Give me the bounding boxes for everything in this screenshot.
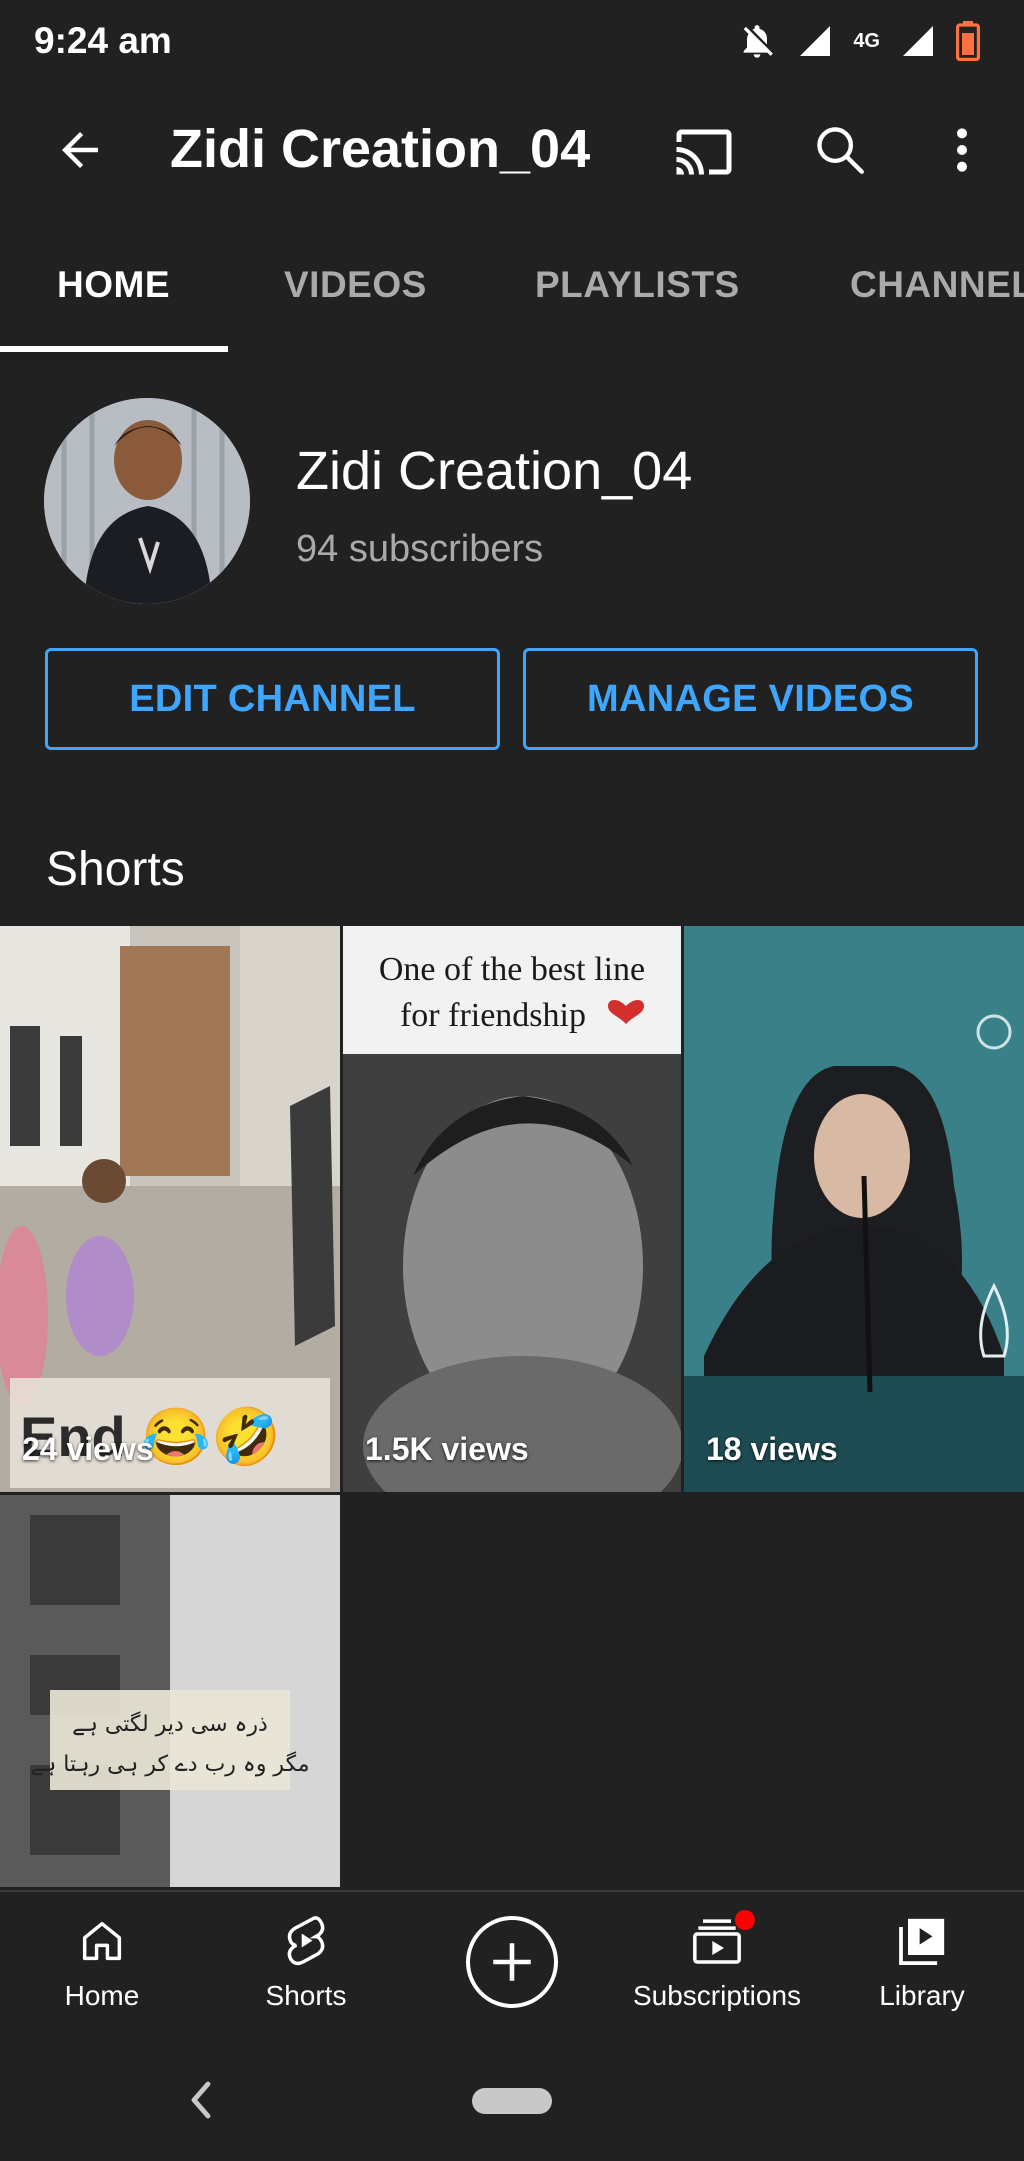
battery-icon (956, 21, 980, 61)
system-navigation-bar (0, 2040, 1024, 2161)
signal-icon (900, 23, 936, 59)
notifications-off-icon (737, 21, 777, 61)
nav-home[interactable]: Home (2, 1910, 202, 2012)
channel-header: Zidi Creation_04 94 subscribers (0, 380, 1024, 620)
edit-channel-button[interactable]: EDIT CHANNEL (45, 648, 500, 750)
short-thumbnail[interactable]: ذرہ سی دیر لگتی ہے مگر وہ رب دے کر ہی رہ… (0, 1495, 340, 1887)
tab-videos[interactable]: VIDEOS (284, 264, 427, 306)
tab-channels[interactable]: CHANNEL (850, 264, 1024, 306)
svg-text:One of the best line: One of the best line (379, 951, 645, 988)
short-thumbnail[interactable]: One of the best line for friendship 1.5K… (343, 926, 681, 1492)
network-type-label: 4G (853, 30, 880, 52)
search-button[interactable] (808, 118, 872, 182)
library-icon (899, 1918, 945, 1966)
nav-shorts[interactable]: Shorts (206, 1910, 406, 2012)
system-back-button[interactable] (180, 2072, 220, 2128)
short-views: 1.5K views (365, 1431, 529, 1467)
svg-text:for friendship: for friendship (400, 997, 586, 1034)
tab-home[interactable]: HOME (57, 264, 170, 306)
system-home-pill[interactable] (472, 2088, 552, 2114)
nav-home-label: Home (64, 1980, 140, 2011)
nav-library-label: Library (879, 1980, 965, 2011)
create-button[interactable] (466, 1916, 558, 2008)
short-views: 24 views (22, 1431, 154, 1467)
manage-videos-button[interactable]: MANAGE VIDEOS (523, 648, 978, 750)
more-vert-icon (957, 128, 967, 172)
back-arrow-icon (62, 132, 98, 168)
signal-icon (797, 23, 833, 59)
channel-tabs: HOME VIDEOS PLAYLISTS CHANNEL (0, 240, 1024, 352)
channel-avatar[interactable] (44, 398, 250, 604)
nav-subscriptions[interactable]: Subscriptions (617, 1910, 817, 2012)
bottom-navigation: Home Shorts Subscriptions Library (0, 1890, 1024, 2040)
search-icon (817, 127, 864, 174)
short-thumbnail[interactable]: End 😂🤣 24 views (0, 926, 340, 1492)
tab-active-indicator (0, 346, 228, 352)
channel-name: Zidi Creation_04 (296, 441, 693, 501)
svg-text:مگر وہ رب دے کر ہی رہتا ہے: مگر وہ رب دے کر ہی رہتا ہے (30, 1751, 309, 1777)
cast-icon (676, 129, 732, 175)
nav-shorts-label: Shorts (265, 1980, 347, 2011)
app-bar: Zidi Creation_04 (0, 100, 1024, 200)
short-views: 18 views (706, 1431, 838, 1467)
shorts-section-title: Shorts (46, 843, 185, 896)
chevron-left-icon (191, 2081, 211, 2119)
tab-playlists[interactable]: PLAYLISTS (535, 264, 740, 306)
app-title: Zidi Creation_04 (170, 119, 591, 179)
more-options-button[interactable] (940, 118, 984, 182)
home-icon (82, 1921, 122, 1961)
shorts-icon (287, 1916, 325, 1966)
create-icon (493, 1943, 531, 1981)
notification-badge (735, 1910, 755, 1930)
status-icons: 4G (737, 16, 980, 66)
nav-subscriptions-label: Subscriptions (632, 1980, 802, 2011)
svg-text:ذرہ سی دیر لگتی ہے: ذرہ سی دیر لگتی ہے (72, 1711, 268, 1737)
status-bar: 9:24 am 4G (0, 0, 1024, 84)
cast-button[interactable] (672, 120, 736, 184)
back-button[interactable] (50, 120, 110, 180)
status-time: 9:24 am (34, 20, 172, 61)
nav-library[interactable]: Library (822, 1910, 1022, 2012)
short-thumbnail[interactable]: 18 views (684, 926, 1024, 1492)
subscriber-count: 94 subscribers (296, 528, 544, 570)
